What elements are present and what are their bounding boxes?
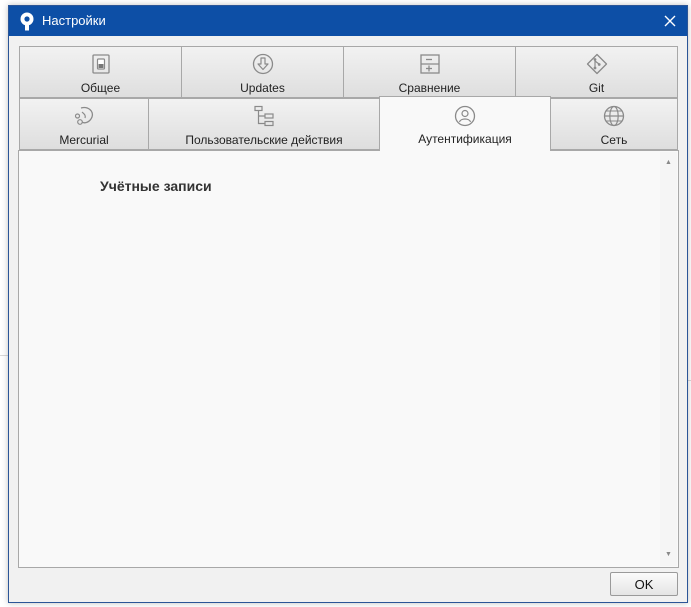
tab-git-label: Git	[588, 81, 605, 95]
diff-icon	[419, 54, 440, 74]
triangle-up-icon: ▲	[665, 158, 672, 166]
tab-custom-actions[interactable]: Пользовательские действия	[148, 98, 380, 150]
accounts-section-title: Учётные записи	[100, 178, 212, 194]
tab-network-label: Сеть	[600, 133, 628, 147]
settings-dialog: Настройки Общее Updates Сравнение Git Me…	[8, 5, 688, 603]
flowchart-icon	[254, 105, 274, 127]
tab-mercurial[interactable]: Mercurial	[19, 98, 149, 150]
tab-general[interactable]: Общее	[19, 46, 182, 98]
close-icon	[664, 15, 676, 27]
tab-compare-label: Сравнение	[398, 81, 461, 95]
tab-git[interactable]: Git	[515, 46, 678, 98]
triangle-down-icon: ▼	[665, 550, 672, 558]
authentication-panel: Учётные записи ▲ ▼	[18, 150, 679, 568]
close-button[interactable]	[659, 10, 681, 32]
tab-general-label: Общее	[80, 81, 121, 95]
tab-updates[interactable]: Updates	[181, 46, 344, 98]
tab-authentication[interactable]: Аутентификация	[379, 96, 551, 151]
toggle-switch-icon	[91, 54, 110, 74]
tab-updates-label: Updates	[240, 81, 285, 95]
download-circle-icon	[252, 53, 273, 75]
tab-authentication-label: Аутентификация	[418, 132, 512, 146]
tab-network[interactable]: Сеть	[550, 98, 678, 150]
ok-button[interactable]: OK	[610, 572, 678, 596]
globe-icon	[603, 105, 625, 127]
tab-custom-actions-label: Пользовательские действия	[185, 133, 343, 147]
user-circle-icon	[454, 105, 476, 127]
scroll-up-button[interactable]: ▲	[660, 154, 677, 170]
vertical-scrollbar[interactable]: ▲ ▼	[660, 152, 677, 566]
sourcetree-logo-icon	[20, 12, 34, 31]
scroll-down-button[interactable]: ▼	[660, 546, 677, 562]
title-bar[interactable]: Настройки	[9, 6, 687, 36]
tab-compare[interactable]: Сравнение	[343, 46, 516, 98]
mercurial-icon	[74, 106, 94, 125]
tab-mercurial-label: Mercurial	[59, 133, 109, 147]
window-title: Настройки	[42, 13, 106, 28]
git-diamond-icon	[586, 53, 607, 75]
